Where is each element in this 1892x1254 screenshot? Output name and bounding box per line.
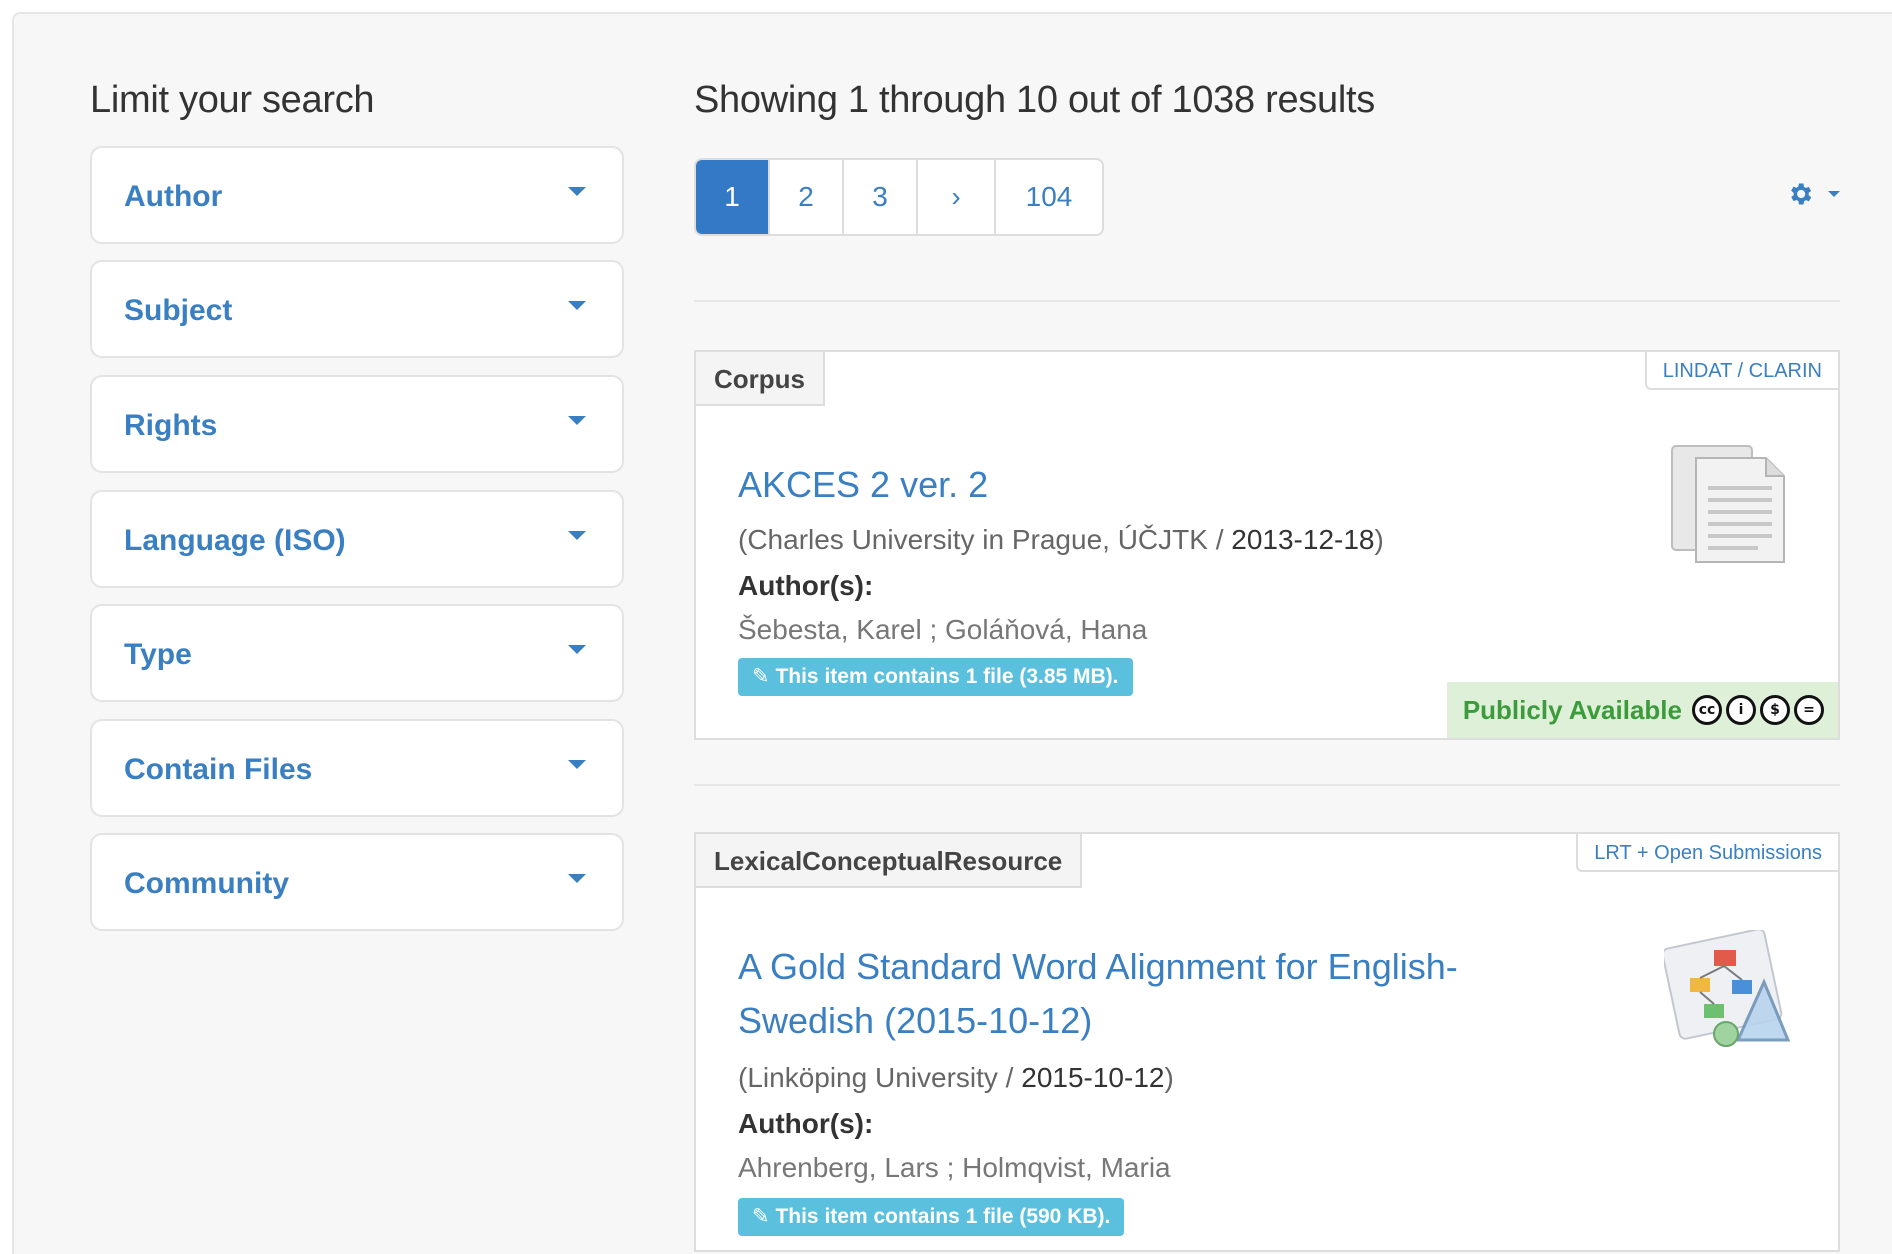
caret-down-icon [568, 301, 586, 310]
result-item: Corpus LINDAT / CLARIN AKCES 2 ver. 2 (C… [694, 350, 1840, 740]
caret-down-icon [568, 531, 586, 540]
facet-community[interactable]: Community [90, 833, 624, 931]
facet-label: Type [124, 638, 192, 671]
authors-label: Author(s): [738, 570, 874, 601]
collection-link[interactable]: LINDAT / CLARIN [1644, 350, 1840, 390]
facet-author[interactable]: Author [90, 146, 624, 244]
page-2[interactable]: 2 [770, 160, 844, 234]
nc-icon: $ [1760, 695, 1790, 725]
last-page-104[interactable]: 104 [996, 160, 1102, 234]
facet-label: Subject [124, 294, 233, 327]
pagination: 1 2 3 › 104 [694, 158, 1104, 236]
availability-badge: Publicly Available cc i $ = [1446, 682, 1838, 738]
item-publisher: Linköping University [747, 1062, 998, 1093]
item-title-link[interactable]: AKCES 2 ver. 2 [738, 458, 1558, 512]
result-item: LexicalConceptualResource LRT + Open Sub… [694, 832, 1840, 1252]
authors-label: Author(s): [738, 1108, 874, 1139]
caret-down-icon [568, 874, 586, 883]
results-heading: Showing 1 through 10 out of 1038 results [694, 79, 1375, 121]
gear-icon [1791, 183, 1812, 205]
facet-label: Community [124, 867, 289, 900]
facet-label: Language (ISO) [124, 524, 346, 557]
paperclip-icon: ✎ [752, 1205, 776, 1228]
facet-type[interactable]: Type [90, 604, 624, 702]
item-date: 2013-12-18 [1231, 524, 1375, 555]
facet-rights[interactable]: Rights [90, 375, 624, 473]
item-type-tab: LexicalConceptualResource [694, 832, 1083, 888]
sidebar-heading: Limit your search [90, 79, 375, 121]
item-meta: (Linköping University / 2015-10-12) [738, 1062, 1174, 1093]
facet-subject[interactable]: Subject [90, 260, 624, 358]
next-page-button[interactable]: › [918, 160, 996, 234]
caret-down-icon [568, 645, 586, 654]
item-type-tab: Corpus [694, 350, 825, 406]
paperclip-icon: ✎ [752, 665, 776, 688]
caret-down-icon [1828, 191, 1840, 197]
facet-language[interactable]: Language (ISO) [90, 490, 624, 588]
facet-label: Author [124, 180, 223, 213]
facet-sidebar: Limit your search Author Subject Rights … [90, 70, 628, 931]
availability-text: Publicly Available [1462, 695, 1682, 725]
item-publisher: Charles University in Prague, ÚČJTK [747, 524, 1208, 555]
files-badge-text: This item contains 1 file (590 KB). [775, 1205, 1111, 1228]
page-3[interactable]: 3 [844, 160, 918, 234]
item-meta: (Charles University in Prague, ÚČJTK / 2… [738, 524, 1384, 555]
results-panel: Showing 1 through 10 out of 1038 results… [694, 70, 1840, 1252]
facet-label: Contain Files [124, 753, 313, 786]
divider [694, 784, 1840, 786]
divider [694, 300, 1840, 302]
diagram-icon [1664, 930, 1791, 1047]
license-icons: cc i $ = [1692, 695, 1824, 725]
caret-down-icon [568, 416, 586, 425]
cc-icon: cc [1692, 695, 1722, 725]
collection-link[interactable]: LRT + Open Submissions [1576, 832, 1840, 872]
files-badge[interactable]: ✎ This item contains 1 file (3.85 MB). [738, 658, 1133, 696]
item-date: 2015-10-12 [1021, 1062, 1165, 1093]
settings-dropdown[interactable] [1786, 174, 1840, 214]
item-title-link[interactable]: A Gold Standard Word Alignment for Engli… [738, 940, 1558, 1048]
files-badge-text: This item contains 1 file (3.85 MB). [775, 665, 1119, 688]
item-authors: Šebesta, Karel ; Goláňová, Hana [738, 614, 1148, 645]
facet-label: Rights [124, 409, 218, 442]
item-authors: Ahrenberg, Lars ; Holmqvist, Maria [738, 1152, 1171, 1183]
caret-down-icon [568, 760, 586, 769]
files-badge[interactable]: ✎ This item contains 1 file (590 KB). [738, 1198, 1125, 1236]
by-icon: i [1726, 695, 1756, 725]
page-1[interactable]: 1 [696, 160, 770, 234]
caret-down-icon [568, 187, 586, 196]
facet-contain-files[interactable]: Contain Files [90, 719, 624, 817]
nd-icon: = [1794, 695, 1824, 725]
document-icon [1671, 445, 1785, 563]
